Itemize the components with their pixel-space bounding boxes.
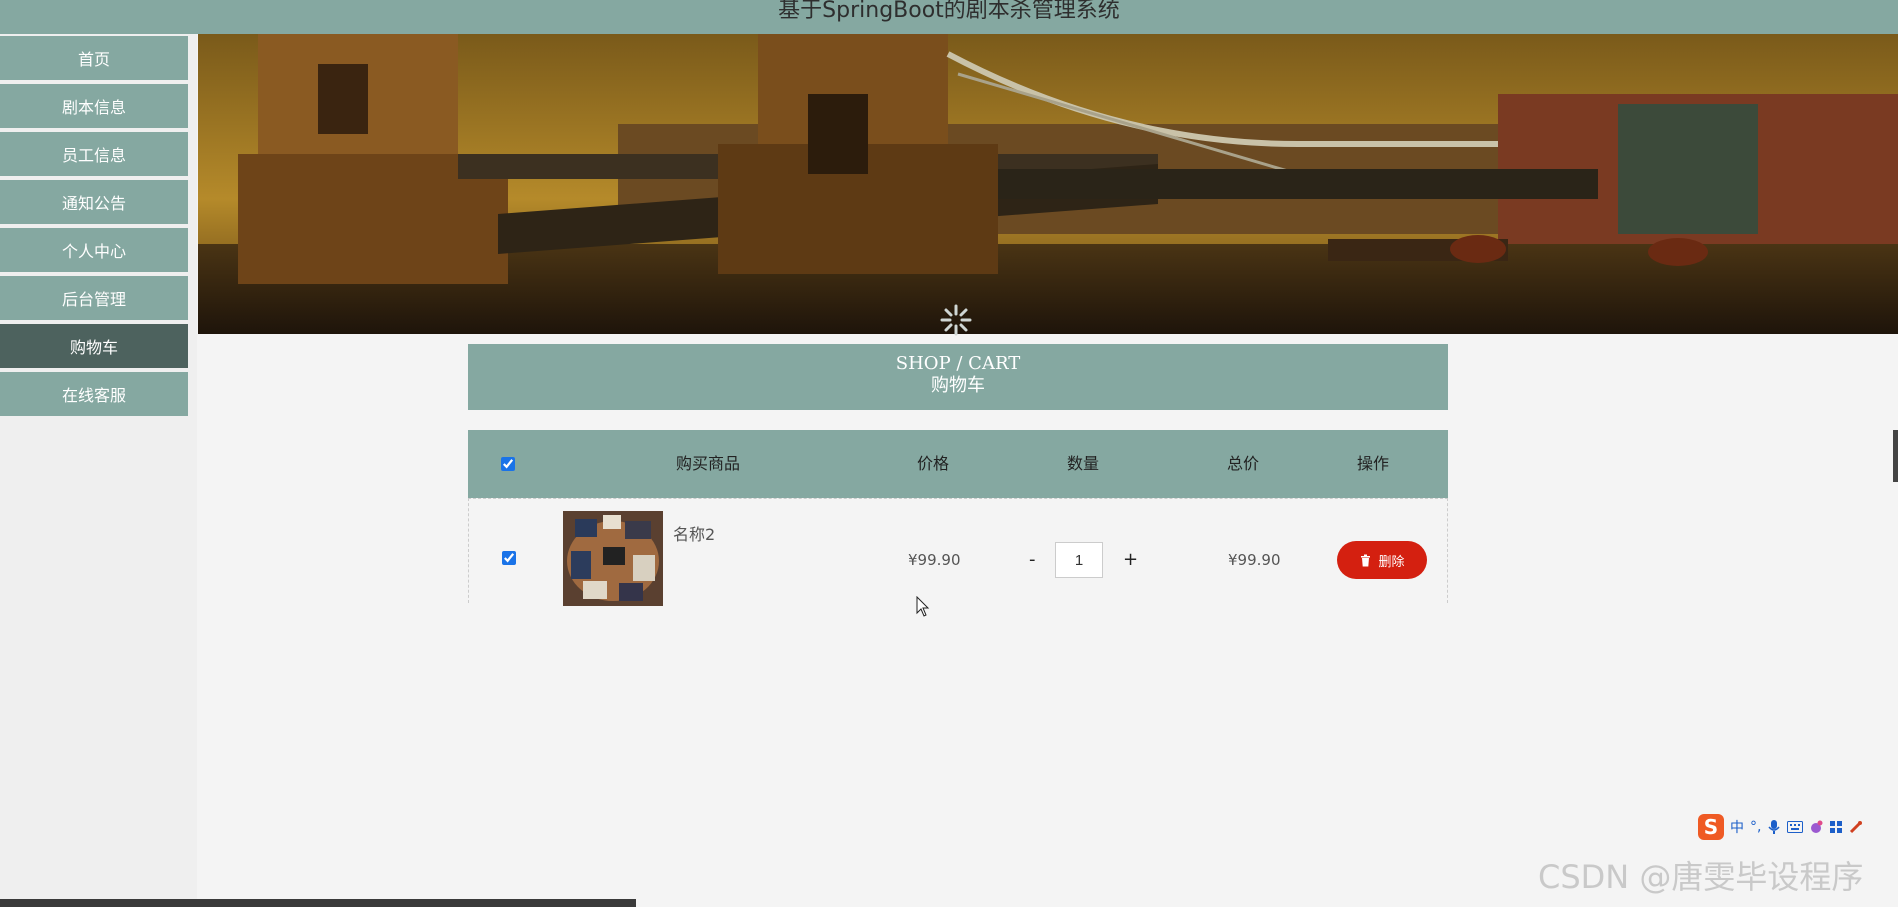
nav-item-notices[interactable]: 通知公告 [0, 180, 188, 224]
cart-item-row: 名称2 ¥99.90 - + ¥99.90 删除 [468, 498, 1448, 606]
column-header-actions: 操作 [1356, 454, 1389, 473]
skin-icon[interactable] [1809, 820, 1823, 834]
quantity-input[interactable] [1055, 542, 1103, 578]
cart-heading-cn: 购物车 [931, 375, 985, 396]
cart-table-header: 购买商品 价格 数量 总价 操作 [468, 430, 1448, 498]
ime-logo-icon[interactable]: S [1698, 814, 1724, 840]
delete-item-button[interactable]: 删除 [1337, 541, 1427, 579]
column-header-quantity: 数量 [1066, 454, 1099, 473]
ime-punctuation-icon[interactable]: °, [1750, 819, 1761, 835]
column-header-price: 价格 [916, 454, 949, 473]
item-price: ¥99.90 [908, 551, 961, 569]
nav-item-profile[interactable]: 个人中心 [0, 228, 188, 272]
product-image [563, 511, 663, 606]
item-total: ¥99.90 [1228, 551, 1281, 569]
quantity-decrement-button[interactable]: - [1029, 549, 1036, 570]
sidebar-nav: 首页 剧本信息 员工信息 通知公告 个人中心 后台管理 购物车 在线客服 [0, 34, 197, 907]
item-checkbox[interactable] [502, 551, 516, 565]
top-header: 基于SpringBoot的剧本杀管理系统 [0, 0, 1898, 34]
cart-heading-en: SHOP / CART [895, 353, 1021, 374]
cart-heading: SHOP / CART 购物车 [468, 344, 1448, 410]
microphone-icon[interactable] [1767, 819, 1781, 835]
grid-menu-icon[interactable] [1829, 820, 1843, 834]
loading-spinner-icon [940, 304, 972, 336]
ime-toolbar[interactable]: S 中 °, [1698, 812, 1898, 842]
mouse-pointer-icon [916, 596, 930, 617]
banner-image [198, 34, 1898, 334]
quantity-increment-button[interactable]: + [1123, 549, 1138, 570]
nav-item-cart[interactable]: 购物车 [0, 324, 188, 368]
nav-item-scripts[interactable]: 剧本信息 [0, 84, 188, 128]
column-header-product: 购买商品 [675, 454, 740, 473]
nav-item-home[interactable]: 首页 [0, 36, 188, 80]
keyboard-icon[interactable] [1787, 821, 1804, 833]
nav-item-admin[interactable]: 后台管理 [0, 276, 188, 320]
site-title: 基于SpringBoot的剧本杀管理系统 [778, 0, 1120, 23]
watermark-text: CSDN @唐雯毕设程序 [1538, 858, 1864, 896]
delete-label: 删除 [1378, 554, 1405, 570]
column-header-total: 总价 [1226, 454, 1259, 473]
product-name[interactable]: 名称2 [673, 521, 715, 545]
select-all-checkbox[interactable] [501, 457, 515, 471]
nav-item-support[interactable]: 在线客服 [0, 372, 188, 416]
trash-icon [1361, 554, 1371, 566]
scrollbar-handle[interactable] [1893, 430, 1898, 482]
product-thumbnail[interactable] [563, 511, 663, 606]
bridge-illustration [198, 34, 1898, 334]
ime-mode-label[interactable]: 中 [1730, 817, 1744, 837]
nav-item-staff[interactable]: 员工信息 [0, 132, 188, 176]
browser-status-bar [0, 899, 636, 907]
tools-icon[interactable] [1849, 820, 1863, 834]
